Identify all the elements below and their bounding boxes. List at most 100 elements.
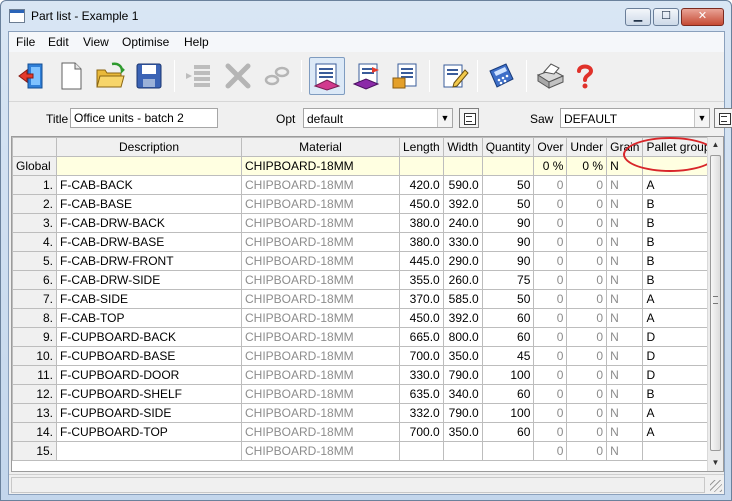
- col-header-material[interactable]: Material: [241, 137, 400, 157]
- cell-description[interactable]: F-CUPBOARD-BACK: [56, 327, 242, 347]
- cell-under[interactable]: 0: [566, 175, 608, 195]
- print-button[interactable]: [532, 57, 568, 95]
- cell-length[interactable]: [399, 441, 444, 461]
- menu-optimise[interactable]: Optimise: [122, 35, 169, 49]
- cell-grain[interactable]: N: [606, 327, 644, 347]
- global-material[interactable]: CHIPBOARD-18MM: [241, 156, 400, 176]
- global-width[interactable]: [442, 156, 483, 176]
- cell-grain[interactable]: N: [606, 251, 644, 271]
- row-number[interactable]: 2.: [12, 194, 57, 214]
- cell-pallet-group[interactable]: B: [642, 232, 715, 252]
- cell-grain[interactable]: N: [606, 270, 644, 290]
- opt-dropdown[interactable]: default ▼: [303, 108, 453, 128]
- scroll-up-icon[interactable]: ▲: [708, 137, 723, 153]
- saw-dropdown[interactable]: DEFAULT ▼: [560, 108, 710, 128]
- corner-header[interactable]: [12, 137, 57, 157]
- cell-length[interactable]: 380.0: [399, 232, 444, 252]
- link-button[interactable]: [259, 57, 295, 95]
- row-number[interactable]: 15.: [12, 441, 57, 461]
- cell-description[interactable]: [56, 441, 242, 461]
- boards-list-button[interactable]: [349, 57, 385, 95]
- row-number[interactable]: 8.: [12, 308, 57, 328]
- cell-under[interactable]: 0: [566, 422, 608, 442]
- cell-under[interactable]: 0: [566, 251, 608, 271]
- cell-over[interactable]: 0: [533, 441, 568, 461]
- cell-grain[interactable]: N: [606, 175, 644, 195]
- cell-length[interactable]: 665.0: [399, 327, 444, 347]
- cell-length[interactable]: 370.0: [399, 289, 444, 309]
- cell-description[interactable]: F-CUPBOARD-SHELF: [56, 384, 242, 404]
- cell-grain[interactable]: N: [606, 346, 644, 366]
- saw-edit-button[interactable]: [714, 108, 732, 128]
- cell-width[interactable]: 350.0: [442, 346, 483, 366]
- open-button[interactable]: [92, 57, 128, 95]
- cell-material[interactable]: CHIPBOARD-18MM: [241, 384, 400, 404]
- col-header-under[interactable]: Under: [566, 137, 608, 157]
- cell-material[interactable]: CHIPBOARD-18MM: [241, 308, 400, 328]
- cell-over[interactable]: 0: [533, 175, 568, 195]
- cell-width[interactable]: 800.0: [442, 327, 483, 347]
- global-quantity[interactable]: [481, 156, 535, 176]
- cell-description[interactable]: F-CUPBOARD-BASE: [56, 346, 242, 366]
- cell-over[interactable]: 0: [533, 232, 568, 252]
- chevron-down-icon[interactable]: ▼: [437, 109, 452, 127]
- cell-over[interactable]: 0: [533, 384, 568, 404]
- edge-list-button[interactable]: [387, 57, 423, 95]
- cell-width[interactable]: 240.0: [442, 213, 483, 233]
- global-label[interactable]: Global: [12, 156, 57, 176]
- cell-width[interactable]: 392.0: [442, 194, 483, 214]
- cell-material[interactable]: CHIPBOARD-18MM: [241, 232, 400, 252]
- scroll-down-icon[interactable]: ▼: [708, 455, 723, 471]
- menu-edit[interactable]: Edit: [48, 35, 69, 49]
- cell-over[interactable]: 0: [533, 327, 568, 347]
- cell-width[interactable]: 392.0: [442, 308, 483, 328]
- cell-length[interactable]: 450.0: [399, 194, 444, 214]
- row-number[interactable]: 1.: [12, 175, 57, 195]
- cell-width[interactable]: 330.0: [442, 232, 483, 252]
- row-number[interactable]: 9.: [12, 327, 57, 347]
- cell-description[interactable]: F-CAB-DRW-FRONT: [56, 251, 242, 271]
- row-number[interactable]: 11.: [12, 365, 57, 385]
- row-number[interactable]: 7.: [12, 289, 57, 309]
- cell-pallet-group[interactable]: D: [642, 365, 715, 385]
- cell-grain[interactable]: N: [606, 403, 644, 423]
- cell-description[interactable]: F-CAB-DRW-SIDE: [56, 270, 242, 290]
- row-number[interactable]: 13.: [12, 403, 57, 423]
- size-grip-icon[interactable]: [710, 480, 722, 492]
- cell-pallet-group[interactable]: B: [642, 213, 715, 233]
- cell-pallet-group[interactable]: A: [642, 289, 715, 309]
- cell-material[interactable]: CHIPBOARD-18MM: [241, 251, 400, 271]
- row-number[interactable]: 10.: [12, 346, 57, 366]
- cell-material[interactable]: CHIPBOARD-18MM: [241, 213, 400, 233]
- cell-grain[interactable]: N: [606, 308, 644, 328]
- delete-button[interactable]: [220, 57, 256, 95]
- cell-length[interactable]: 330.0: [399, 365, 444, 385]
- cell-over[interactable]: 0: [533, 270, 568, 290]
- minimize-button[interactable]: ▁: [625, 8, 651, 26]
- cell-description[interactable]: F-CAB-BASE: [56, 194, 242, 214]
- cell-material[interactable]: CHIPBOARD-18MM: [241, 270, 400, 290]
- cell-material[interactable]: CHIPBOARD-18MM: [241, 365, 400, 385]
- cell-over[interactable]: 0: [533, 422, 568, 442]
- menu-view[interactable]: View: [83, 35, 109, 49]
- cell-under[interactable]: 0: [566, 194, 608, 214]
- cell-material[interactable]: CHIPBOARD-18MM: [241, 346, 400, 366]
- cell-over[interactable]: 0: [533, 365, 568, 385]
- cell-pallet-group[interactable]: A: [642, 422, 715, 442]
- chevron-down-icon[interactable]: ▼: [694, 109, 709, 127]
- calculator-button[interactable]: [483, 57, 519, 95]
- cell-pallet-group[interactable]: B: [642, 251, 715, 271]
- cell-under[interactable]: 0: [566, 365, 608, 385]
- cell-quantity[interactable]: 90: [481, 213, 535, 233]
- row-number[interactable]: 6.: [12, 270, 57, 290]
- cell-description[interactable]: F-CUPBOARD-TOP: [56, 422, 242, 442]
- opt-edit-button[interactable]: [459, 108, 479, 128]
- cell-over[interactable]: 0: [533, 346, 568, 366]
- col-header-width[interactable]: Width: [442, 137, 483, 157]
- cell-description[interactable]: F-CAB-SIDE: [56, 289, 242, 309]
- cell-under[interactable]: 0: [566, 232, 608, 252]
- cell-over[interactable]: 0: [533, 213, 568, 233]
- cell-grain[interactable]: N: [606, 365, 644, 385]
- cell-quantity[interactable]: 60: [481, 384, 535, 404]
- cell-material[interactable]: CHIPBOARD-18MM: [241, 441, 400, 461]
